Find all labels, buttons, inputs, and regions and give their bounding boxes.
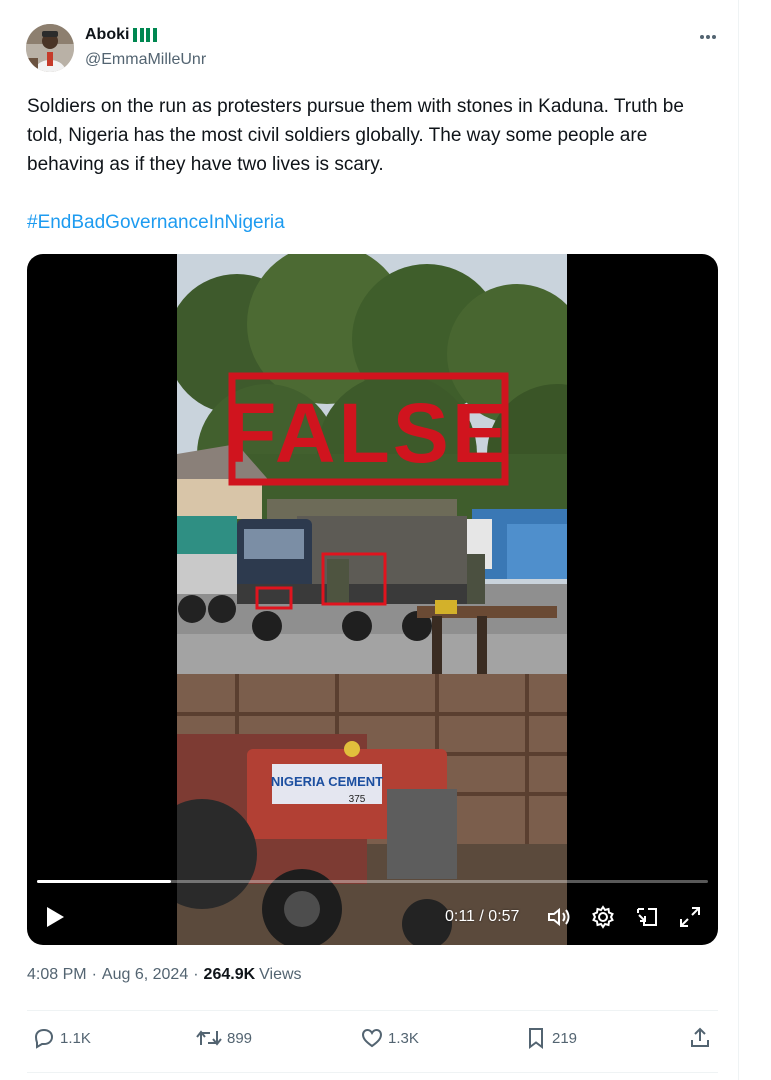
video-controls: 0:11 / 0:57 — [27, 894, 718, 938]
repost-icon — [196, 1030, 222, 1046]
bookmark-icon — [529, 1028, 543, 1049]
tweet-header: Aboki @EmmaMilleUnr — [26, 22, 720, 76]
like-count: 1.3K — [388, 1029, 419, 1047]
tweet-date[interactable]: Aug 6, 2024 — [102, 966, 188, 984]
avatar[interactable] — [26, 24, 74, 72]
repost-button[interactable]: 899 — [195, 1026, 252, 1050]
video-progress-fill — [37, 880, 172, 883]
false-stamp-text: FALSE — [225, 386, 511, 480]
share-button[interactable] — [688, 1026, 716, 1050]
settings-gear-icon[interactable] — [590, 904, 616, 930]
volume-icon[interactable] — [546, 904, 572, 930]
nigeria-flag-icons — [131, 28, 158, 42]
video-player[interactable]: NIGERIA CEMENT 375 FALSE 0:11 / 0:57 — [27, 254, 718, 945]
tweet-actions: 1.1K 899 1.3K 219 — [27, 1022, 718, 1056]
tweet-text: Soldiers on the run as protesters pursue… — [27, 96, 684, 175]
share-icon — [691, 1027, 709, 1047]
tweet-meta: 4:08 PM · Aug 6, 2024 · 264.9K Views — [27, 966, 302, 984]
divider — [27, 1072, 718, 1073]
bookmark-button[interactable]: 219 — [524, 1026, 577, 1050]
tractor-model-text: 375 — [349, 794, 366, 805]
author-handle[interactable]: @EmmaMilleUnr — [85, 51, 206, 69]
tweet-time[interactable]: 4:08 PM — [27, 966, 87, 984]
reply-icon — [34, 1028, 54, 1049]
reply-button[interactable]: 1.1K — [32, 1026, 91, 1050]
views-label: Views — [259, 966, 302, 983]
reply-count: 1.1K — [60, 1029, 91, 1047]
more-options-icon[interactable] — [696, 26, 720, 48]
timeline-border — [738, 0, 739, 1080]
repost-count: 899 — [227, 1029, 253, 1047]
video-frame: NIGERIA CEMENT 375 FALSE — [177, 254, 567, 945]
video-time: 0:11 / 0:57 — [445, 908, 520, 925]
like-button[interactable]: 1.3K — [360, 1026, 419, 1050]
divider — [27, 1010, 718, 1011]
heart-icon — [361, 1028, 383, 1048]
fullscreen-icon[interactable] — [677, 904, 703, 930]
nigeria-flag-icon — [146, 28, 158, 42]
hashtag-link[interactable]: #EndBadGovernanceInNigeria — [27, 208, 285, 237]
meta-separator: · — [193, 966, 199, 983]
bookmark-count: 219 — [552, 1029, 578, 1047]
author-display-name[interactable]: Aboki — [85, 26, 129, 44]
play-icon[interactable] — [45, 906, 65, 933]
picture-in-picture-icon[interactable] — [634, 904, 660, 930]
meta-separator: · — [91, 966, 97, 983]
video-progress-bar[interactable] — [37, 880, 708, 883]
tractor-label-text: NIGERIA CEMENT — [271, 774, 383, 789]
views-count: 264.9K — [203, 966, 256, 983]
nigeria-flag-icon — [133, 28, 145, 42]
